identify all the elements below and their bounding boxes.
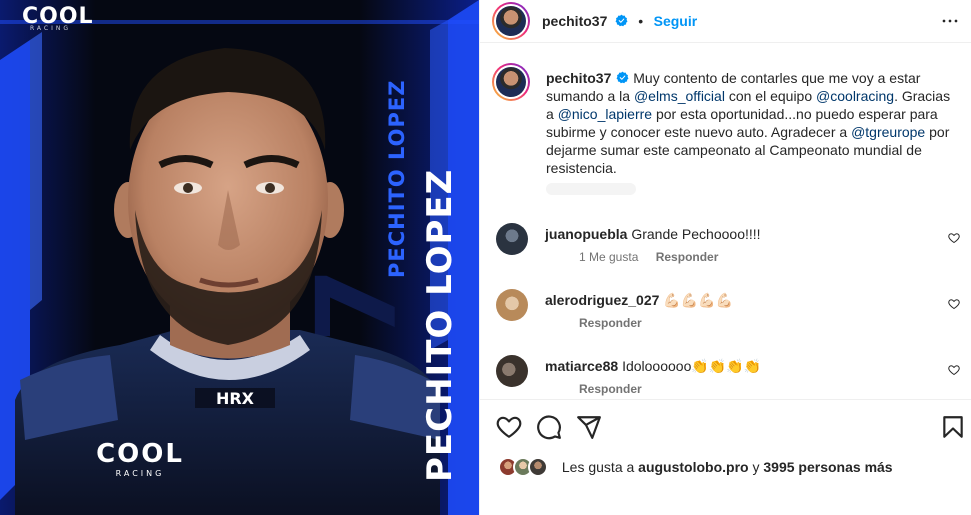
- chest-logo-sub: RACING: [116, 469, 165, 478]
- commenter-username[interactable]: alerodriguez_027: [545, 292, 659, 308]
- comment-meta: Responder: [579, 382, 656, 396]
- caption-text: con el equipo: [724, 88, 817, 104]
- liker-avatars[interactable]: [498, 457, 556, 477]
- post-header: pechito37 • Seguir: [480, 0, 971, 43]
- commenter-avatar[interactable]: [496, 355, 528, 387]
- team-logo: COOL RACING: [22, 4, 94, 32]
- driver-name-small: PECHITO LOPEZ: [385, 79, 409, 278]
- caption-timestamp-placeholder: [546, 183, 636, 195]
- likes-prefix: Les gusta a: [561, 459, 639, 475]
- caption-username[interactable]: pechito37: [546, 70, 611, 86]
- post-image[interactable]: 37 HRX COOL RACING COOL RACING PECHITO L…: [0, 0, 479, 515]
- chest-logo-text: COOL: [96, 439, 184, 469]
- caption-author-avatar[interactable]: [492, 63, 530, 101]
- comment-heart-icon[interactable]: [948, 232, 960, 244]
- follow-button[interactable]: Seguir: [654, 13, 698, 29]
- reply-button[interactable]: Responder: [579, 316, 642, 330]
- verified-badge-icon: [615, 14, 628, 27]
- commenter-username[interactable]: juanopuebla: [545, 226, 627, 242]
- commenter-username[interactable]: matiarce88: [545, 358, 618, 374]
- mention-link[interactable]: @elms_official: [634, 88, 725, 104]
- commenter-avatar[interactable]: [496, 289, 528, 321]
- comment-text: 💪🏻💪🏻💪🏻💪🏻: [663, 292, 734, 308]
- mention-link[interactable]: @coolracing: [816, 88, 894, 104]
- author-avatar[interactable]: [492, 2, 530, 40]
- reply-button[interactable]: Responder: [579, 382, 642, 396]
- likes-summary: Les gusta a augustolobo.pro y 3995 perso…: [498, 457, 893, 477]
- likes-count[interactable]: 3995 personas más: [763, 459, 892, 475]
- verified-badge-icon: [616, 71, 629, 84]
- comment-icon[interactable]: [536, 414, 562, 440]
- comment-meta: 1 Me gusta Responder: [579, 250, 732, 264]
- reply-button[interactable]: Responder: [656, 250, 719, 264]
- more-horizontal-icon[interactable]: [941, 12, 959, 30]
- commenter-avatar[interactable]: [496, 223, 528, 255]
- comment-meta: Responder: [579, 316, 656, 330]
- driver-name-large: PECHITO LOPEZ: [420, 168, 460, 482]
- bookmark-icon[interactable]: [940, 414, 966, 440]
- post-actions: Les gusta a augustolobo.pro y 3995 perso…: [480, 399, 971, 515]
- mention-link[interactable]: @nico_lapierre: [558, 106, 652, 122]
- comment-likes[interactable]: 1 Me gusta: [579, 250, 638, 264]
- suit-brand-text: HRX: [216, 389, 255, 408]
- author-username[interactable]: pechito37: [542, 13, 607, 29]
- post-sidebar: pechito37 • Seguir pechito37 Muy content…: [479, 0, 971, 515]
- heart-icon[interactable]: [496, 414, 522, 440]
- separator-dot: •: [638, 13, 644, 29]
- likes-connector: y: [748, 459, 764, 475]
- comment-heart-icon[interactable]: [948, 364, 960, 376]
- share-icon[interactable]: [576, 414, 602, 440]
- comment-text: Grande Pechoooo!!!!: [631, 226, 761, 242]
- comment-heart-icon[interactable]: [948, 298, 960, 310]
- comment-text: Idoloooooo👏👏👏👏: [622, 358, 762, 374]
- mention-link[interactable]: @tgreurope: [851, 124, 925, 140]
- liker-username[interactable]: augustolobo.pro: [638, 459, 748, 475]
- post-caption: pechito37 Muy contento de contarles que …: [546, 69, 954, 177]
